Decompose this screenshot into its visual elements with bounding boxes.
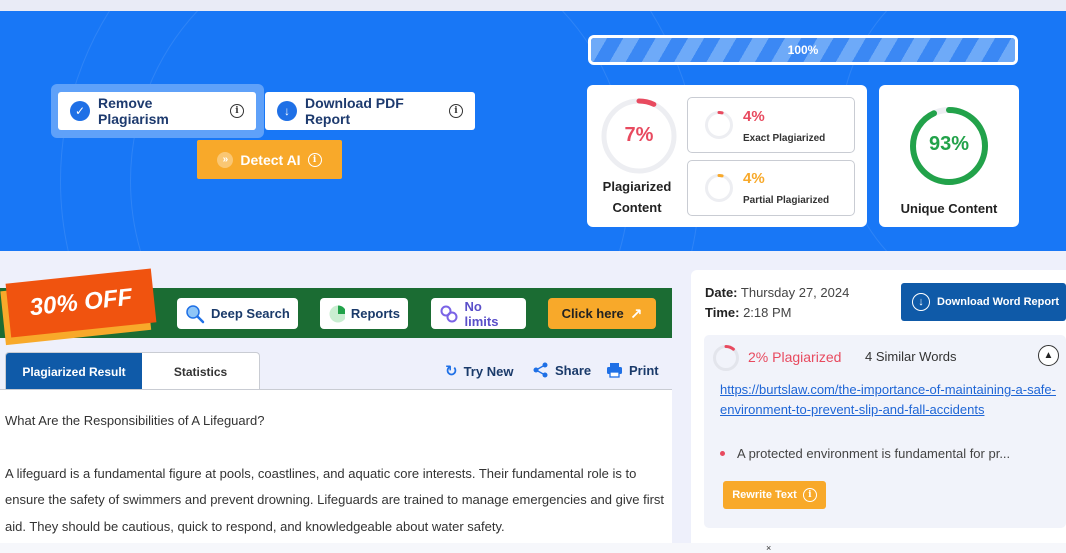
plagiarized-label: Plagiarized Content [592, 176, 682, 218]
no-limits-feature: No limits [431, 298, 526, 329]
share-icon [533, 362, 548, 378]
magnifier-icon [186, 304, 205, 323]
download-word-report-button[interactable]: ↓ Download Word Report [901, 283, 1066, 321]
unique-label: Unique Content [900, 201, 998, 216]
share-button[interactable]: Share [533, 362, 591, 378]
try-new-button[interactable]: ↻ Try New [445, 362, 513, 380]
result-tabs: Plagiarized Result Statistics [5, 352, 260, 390]
matched-snippet: A protected environment is fundamental f… [720, 446, 1060, 461]
pie-chart-icon [329, 305, 345, 322]
download-pdf-button[interactable]: ↓ Download PDF Report i [265, 92, 475, 130]
deep-search-feature: Deep Search [177, 298, 298, 329]
scan-progress-bar: 100% [588, 35, 1018, 65]
print-label: Print [629, 362, 659, 378]
exact-donut [705, 111, 733, 139]
report-time: Time: 2:18 PM [705, 305, 791, 320]
source-donut [713, 345, 739, 371]
partial-label: Partial Plagiarized [743, 195, 830, 206]
check-icon: ✓ [70, 101, 90, 121]
source-plagiarized-percent: 2% Plagiarized [748, 349, 842, 365]
tab-statistics[interactable]: Statistics [142, 353, 259, 390]
donut-track [705, 174, 733, 202]
date-label: Date: [705, 285, 738, 300]
try-new-label: Try New [463, 363, 514, 379]
report-date: Date: Thursday 27, 2024 [705, 285, 849, 300]
promo-click-here-button[interactable]: Click here ↗ [548, 298, 656, 329]
refresh-icon: ↻ [445, 363, 458, 380]
chevrons-icon: » [217, 151, 234, 168]
plagiarized-percent: 7% [624, 124, 654, 146]
content-title: What Are the Responsibilities of A Lifeg… [5, 413, 265, 428]
tab-plagiarized-result[interactable]: Plagiarized Result [6, 353, 142, 390]
download-word-label: Download Word Report [937, 296, 1060, 308]
time-value: 2:18 PM [743, 305, 792, 320]
detect-ai-label: Detect AI [240, 151, 301, 168]
download-icon: ↓ [277, 101, 297, 121]
partial-donut [705, 174, 733, 202]
progress-label: 100% [787, 43, 819, 57]
top-strip [0, 0, 1066, 11]
similar-words-count: 4 Similar Words [865, 349, 957, 364]
remove-plagiarism-button[interactable]: ✓ Remove Plagiarism i [58, 92, 256, 130]
bottom-strip [0, 543, 1066, 553]
arrow-up-right-icon: ↗ [629, 305, 643, 323]
unique-percent: 93% [928, 133, 970, 155]
plagiarized-label-line1: Plagiarized [602, 179, 672, 194]
collapse-chevron-icon[interactable]: ▲ [1038, 345, 1059, 366]
source-url-link[interactable]: https://burtslaw.com/the-importance-of-m… [720, 380, 1060, 419]
donut-track [705, 111, 733, 139]
print-button[interactable]: Print [606, 362, 659, 378]
click-here-label: Click here [561, 306, 624, 321]
no-limits-label: No limits [464, 298, 499, 329]
reports-label: Reports [350, 306, 400, 321]
info-icon: i [802, 488, 817, 502]
snippet-text: A protected environment is fundamental f… [737, 446, 1011, 461]
download-pdf-label: Download PDF Report [305, 95, 404, 127]
close-icon[interactable]: × [766, 543, 771, 553]
partial-percent: 4% [743, 170, 765, 187]
deep-search-label: Deep Search [211, 306, 290, 321]
checked-text-area: What Are the Responsibilities of A Lifeg… [0, 390, 672, 553]
download-icon: ↓ [912, 293, 930, 311]
time-label: Time: [705, 305, 740, 320]
plagiarized-label-line2: Content [612, 200, 662, 215]
info-icon[interactable]: i [230, 104, 244, 118]
infinity-icon [440, 305, 458, 322]
rewrite-text-button[interactable]: Rewrite Text i [723, 481, 826, 509]
date-value: Thursday 27, 2024 [740, 285, 850, 300]
remove-plagiarism-label: Remove Plagiarism [98, 95, 169, 127]
content-paragraph: A lifeguard is a fundamental figure at p… [5, 465, 665, 534]
exact-percent: 4% [743, 108, 765, 125]
exact-label: Exact Plagiarized [743, 133, 826, 144]
bullet-dot [720, 451, 725, 456]
rewrite-label: Rewrite Text [732, 489, 797, 501]
detect-ai-button[interactable]: » Detect AI i [197, 140, 342, 179]
share-label: Share [555, 362, 592, 378]
info-icon[interactable]: i [307, 152, 322, 167]
reports-feature: Reports [320, 298, 408, 329]
printer-icon [607, 363, 622, 378]
info-icon[interactable]: i [449, 104, 463, 118]
